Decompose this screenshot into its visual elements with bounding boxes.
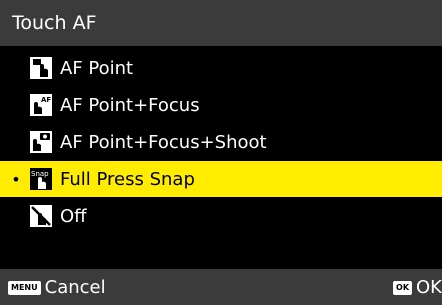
page-title: Touch AF (12, 12, 97, 34)
menu-item-full-press-snap[interactable]: • Snap Full Press Snap (0, 161, 442, 197)
menu-item-off[interactable]: • Off (0, 198, 442, 234)
menu-item-label: AF Point+Focus+Shoot (60, 131, 267, 153)
cancel-label: Cancel (44, 277, 106, 298)
cancel-button[interactable]: MENU Cancel (8, 277, 106, 298)
touch-af-menu: • AF Point • AF AF Point+Focus (0, 50, 442, 235)
ok-label: OK (416, 277, 442, 298)
touch-off-icon (30, 205, 52, 227)
menu-key-icon: MENU (8, 280, 41, 295)
touch-af-focus-icon: AF (30, 94, 52, 116)
svg-text:AF: AF (41, 96, 51, 104)
menu-item-label: Off (60, 205, 87, 227)
menu-item-label: AF Point (60, 57, 134, 79)
svg-text:Snap: Snap (31, 170, 49, 178)
touch-af-point-icon (30, 57, 52, 79)
touch-af-screen: Touch AF • AF Point • AF (0, 0, 442, 305)
menu-item-label: Full Press Snap (60, 168, 195, 190)
touch-af-shoot-icon (30, 131, 52, 153)
footer-bar: MENU Cancel OK OK (0, 269, 442, 305)
menu-item-af-point-focus[interactable]: • AF AF Point+Focus (0, 87, 442, 123)
ok-key-icon: OK (393, 280, 413, 295)
selected-bullet: • (11, 169, 21, 189)
full-press-snap-icon: Snap (30, 168, 52, 190)
title-bar: Touch AF (0, 0, 442, 46)
menu-item-label: AF Point+Focus (60, 94, 200, 116)
ok-button[interactable]: OK OK (393, 277, 442, 298)
menu-item-af-point-focus-shoot[interactable]: • AF Point+Focus+Shoot (0, 124, 442, 160)
menu-item-af-point[interactable]: • AF Point (0, 50, 442, 86)
